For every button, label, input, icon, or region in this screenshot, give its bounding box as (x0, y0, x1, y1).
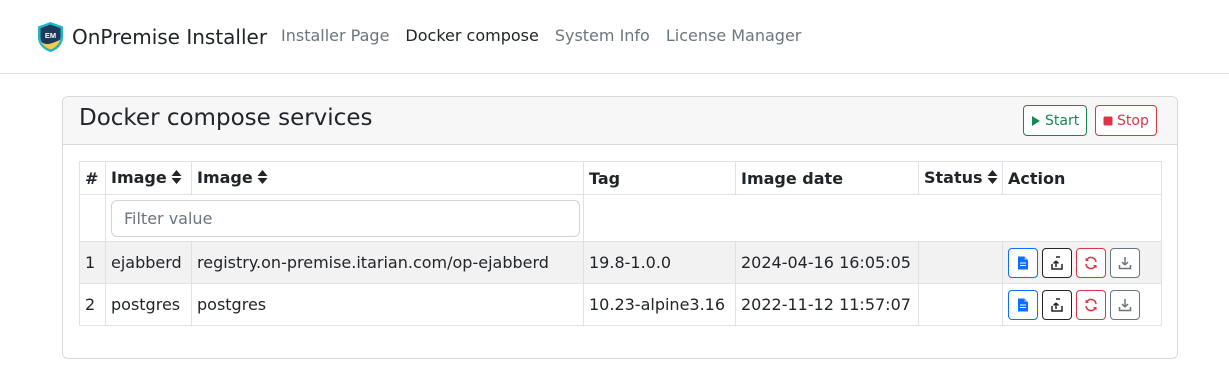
cell-actions (1002, 241, 1162, 284)
nav-system-info[interactable]: System Info (555, 26, 650, 45)
upload-icon (1051, 297, 1063, 312)
services-card: Docker compose services Start Stop # Ima… (62, 96, 1178, 359)
cell-service: postgres (105, 283, 192, 326)
cell-image: registry.on-premise.itarian.com/op-ejabb… (191, 241, 584, 284)
cell-number: 2 (79, 283, 106, 326)
sort-icon (171, 169, 182, 188)
document-icon (1018, 298, 1028, 311)
update-button[interactable] (1042, 247, 1072, 278)
pull-image-button[interactable] (1110, 289, 1140, 320)
table-header-row: # Image Image Tag Image date Status Acti… (79, 161, 1162, 195)
cell-status (918, 283, 1003, 326)
nav-license-manager[interactable]: License Manager (666, 26, 802, 45)
start-button[interactable]: Start (1023, 105, 1088, 136)
column-header-tag: Tag (583, 161, 736, 195)
update-button[interactable] (1042, 289, 1072, 320)
restart-icon (1085, 256, 1097, 269)
restart-button[interactable] (1076, 247, 1106, 278)
cell-tag: 19.8-1.0.0 (583, 241, 736, 284)
view-logs-button[interactable] (1008, 247, 1038, 278)
play-icon (1031, 115, 1041, 127)
restart-icon (1085, 298, 1097, 311)
download-icon (1118, 298, 1132, 311)
cell-image-date: 2024-04-16 16:05:05 (735, 241, 919, 284)
column-header-image-name[interactable]: Image (105, 161, 192, 195)
cell-status (918, 241, 1003, 284)
upload-icon (1051, 255, 1063, 270)
filter-input[interactable] (111, 199, 580, 237)
view-logs-button[interactable] (1008, 289, 1038, 320)
table-row: 2 postgres postgres 10.23-alpine3.16 202… (79, 283, 1162, 326)
nav-docker-compose[interactable]: Docker compose (405, 26, 538, 45)
services-table: # Image Image Tag Image date Status Acti… (79, 161, 1162, 326)
stop-button[interactable]: Stop (1095, 105, 1157, 136)
app-logo-icon: EM (38, 22, 63, 52)
column-header-number: # (79, 161, 106, 195)
cell-service: ejabberd (105, 241, 192, 284)
column-header-status[interactable]: Status (918, 161, 1003, 195)
stop-icon (1103, 116, 1113, 126)
brand[interactable]: EM OnPremise Installer (36, 21, 267, 53)
cell-number: 1 (79, 241, 106, 284)
sort-icon (257, 169, 268, 188)
card-title: Docker compose services (79, 105, 373, 131)
stop-label: Stop (1117, 112, 1149, 129)
document-icon (1018, 256, 1028, 269)
main-nav: Installer Page Docker compose System Inf… (281, 26, 817, 45)
cell-tag: 10.23-alpine3.16 (583, 283, 736, 326)
download-icon (1118, 256, 1132, 269)
filter-row (79, 194, 1162, 242)
logo-text: EM (45, 31, 56, 40)
nav-installer-page[interactable]: Installer Page (281, 26, 389, 45)
cell-image-date: 2022-11-12 11:57:07 (735, 283, 919, 326)
start-label: Start (1045, 112, 1080, 129)
cell-actions (1002, 283, 1162, 326)
cell-image: postgres (191, 283, 584, 326)
column-header-image[interactable]: Image (191, 161, 584, 195)
column-header-action: Action (1002, 161, 1162, 195)
top-navbar: EM OnPremise Installer Installer Page Do… (0, 0, 1229, 74)
card-header: Docker compose services Start Stop (63, 97, 1177, 145)
restart-button[interactable] (1076, 289, 1106, 320)
pull-image-button[interactable] (1110, 247, 1140, 278)
column-header-image-date: Image date (735, 161, 919, 195)
brand-name: OnPremise Installer (72, 25, 268, 49)
sort-icon (987, 169, 998, 188)
table-row: 1 ejabberd registry.on-premise.itarian.c… (79, 241, 1162, 284)
